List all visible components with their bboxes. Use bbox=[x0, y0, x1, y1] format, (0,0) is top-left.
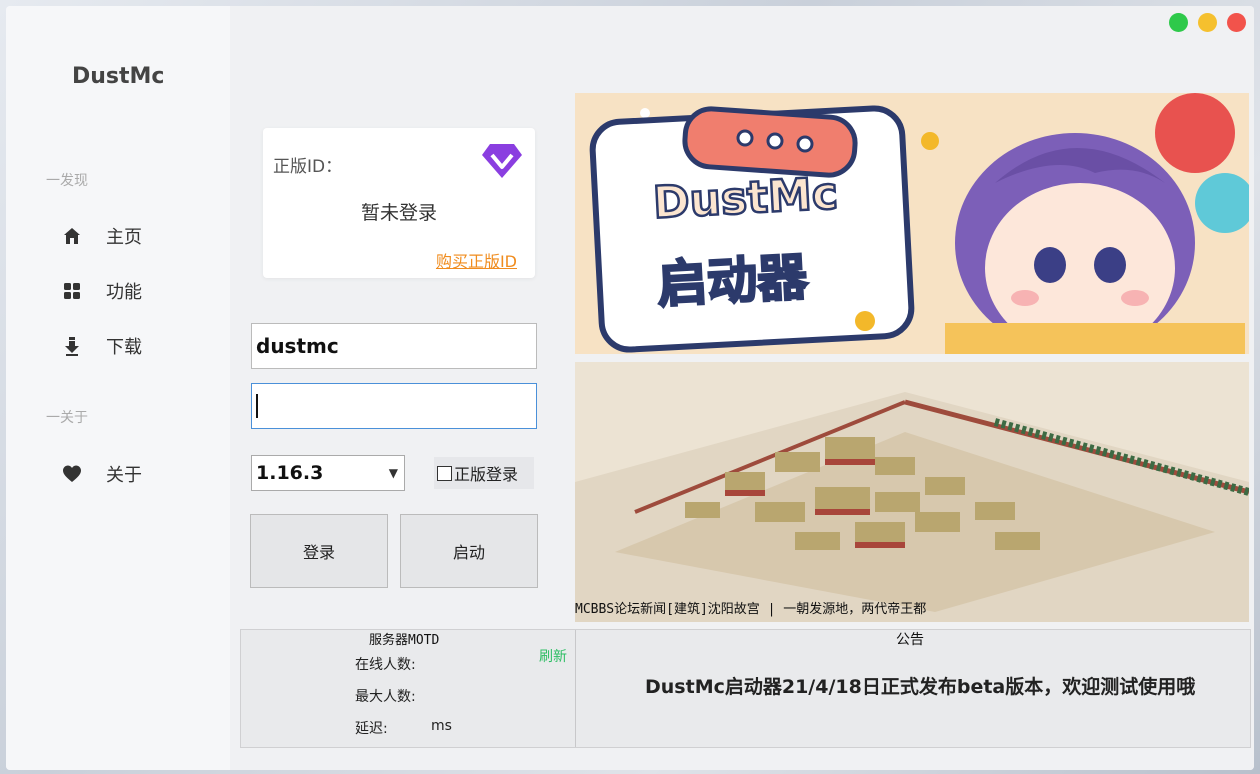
download-icon bbox=[65, 337, 79, 356]
notice-text: DustMc启动器21/4/18日正式发布beta版本，欢迎测试使用哦 bbox=[645, 676, 1196, 698]
sidebar-item-label: 主页 bbox=[106, 227, 142, 248]
checkbox-box bbox=[437, 465, 452, 481]
latency-label: 延迟: bbox=[355, 721, 388, 737]
notice-title: 公告 bbox=[896, 632, 924, 648]
sidebar-item-label: 关于 bbox=[106, 465, 142, 486]
info-panel: 服务器MOTD 刷新 在线人数: 最大人数: 延迟: ms 公告 DustMc启… bbox=[240, 629, 1251, 748]
sidebar-item-about[interactable]: 关于 bbox=[62, 461, 142, 487]
official-login-label: 正版登录 bbox=[454, 465, 519, 484]
max-count-label: 最大人数: bbox=[355, 689, 416, 705]
diamond-icon bbox=[482, 144, 522, 178]
grid-icon bbox=[64, 283, 80, 299]
minimize-button[interactable] bbox=[1198, 13, 1217, 32]
app-title: DustMc bbox=[72, 64, 165, 89]
login-button[interactable]: 登录 bbox=[250, 514, 388, 588]
maximize-button[interactable] bbox=[1169, 13, 1188, 32]
section-discover: 一发现 bbox=[46, 173, 88, 189]
account-label: 正版ID： bbox=[273, 157, 343, 177]
banner-title-line1: DustMc bbox=[651, 167, 841, 230]
buy-official-id-link[interactable]: 购买正版ID bbox=[436, 248, 517, 272]
online-count-label: 在线人数: bbox=[355, 657, 416, 673]
section-about: 一关于 bbox=[46, 410, 88, 426]
latency-unit: ms bbox=[431, 718, 452, 734]
news-image[interactable] bbox=[575, 362, 1249, 622]
sidebar-item-home[interactable]: 主页 bbox=[62, 223, 142, 249]
launcher-window: DustMc 一发现 主页 功能 下载 一关于 关于 正版ID： 暂未登录 购买… bbox=[6, 6, 1254, 770]
promo-banner: DustMc 启动器 bbox=[575, 93, 1249, 354]
version-value: 1.16.3 bbox=[256, 462, 324, 484]
version-select[interactable]: 1.16.3 ▼ bbox=[251, 455, 405, 491]
window-controls bbox=[1169, 13, 1246, 32]
sidebar-item-download[interactable]: 下载 bbox=[62, 333, 142, 359]
sidebar: DustMc 一发现 主页 功能 下载 一关于 关于 bbox=[6, 6, 230, 770]
login-status: 暂未登录 bbox=[360, 202, 437, 224]
sidebar-item-label: 下载 bbox=[106, 337, 142, 358]
chevron-down-icon: ▼ bbox=[388, 466, 398, 480]
official-login-checkbox[interactable]: 正版登录 bbox=[434, 457, 534, 489]
sidebar-item-features[interactable]: 功能 bbox=[62, 278, 142, 304]
account-card: 正版ID： 暂未登录 购买正版ID bbox=[263, 128, 535, 278]
username-input[interactable]: dustmc bbox=[251, 323, 537, 369]
panel-divider bbox=[575, 630, 576, 747]
text-caret bbox=[256, 394, 258, 418]
palace-illustration bbox=[575, 362, 1249, 622]
heart-icon bbox=[63, 465, 81, 482]
sidebar-item-label: 功能 bbox=[106, 282, 142, 303]
close-button[interactable] bbox=[1227, 13, 1246, 32]
refresh-button[interactable]: 刷新 bbox=[539, 646, 567, 666]
news-caption: MCBBS论坛新闻[建筑]沈阳故宫 | 一朝发源地，两代帝王都 bbox=[575, 602, 927, 617]
banner-title-line2: 启动器 bbox=[655, 247, 810, 315]
server-motd-title: 服务器MOTD bbox=[369, 633, 440, 648]
home-icon bbox=[64, 228, 80, 244]
launch-button[interactable]: 启动 bbox=[400, 514, 538, 588]
password-input[interactable] bbox=[251, 383, 537, 429]
